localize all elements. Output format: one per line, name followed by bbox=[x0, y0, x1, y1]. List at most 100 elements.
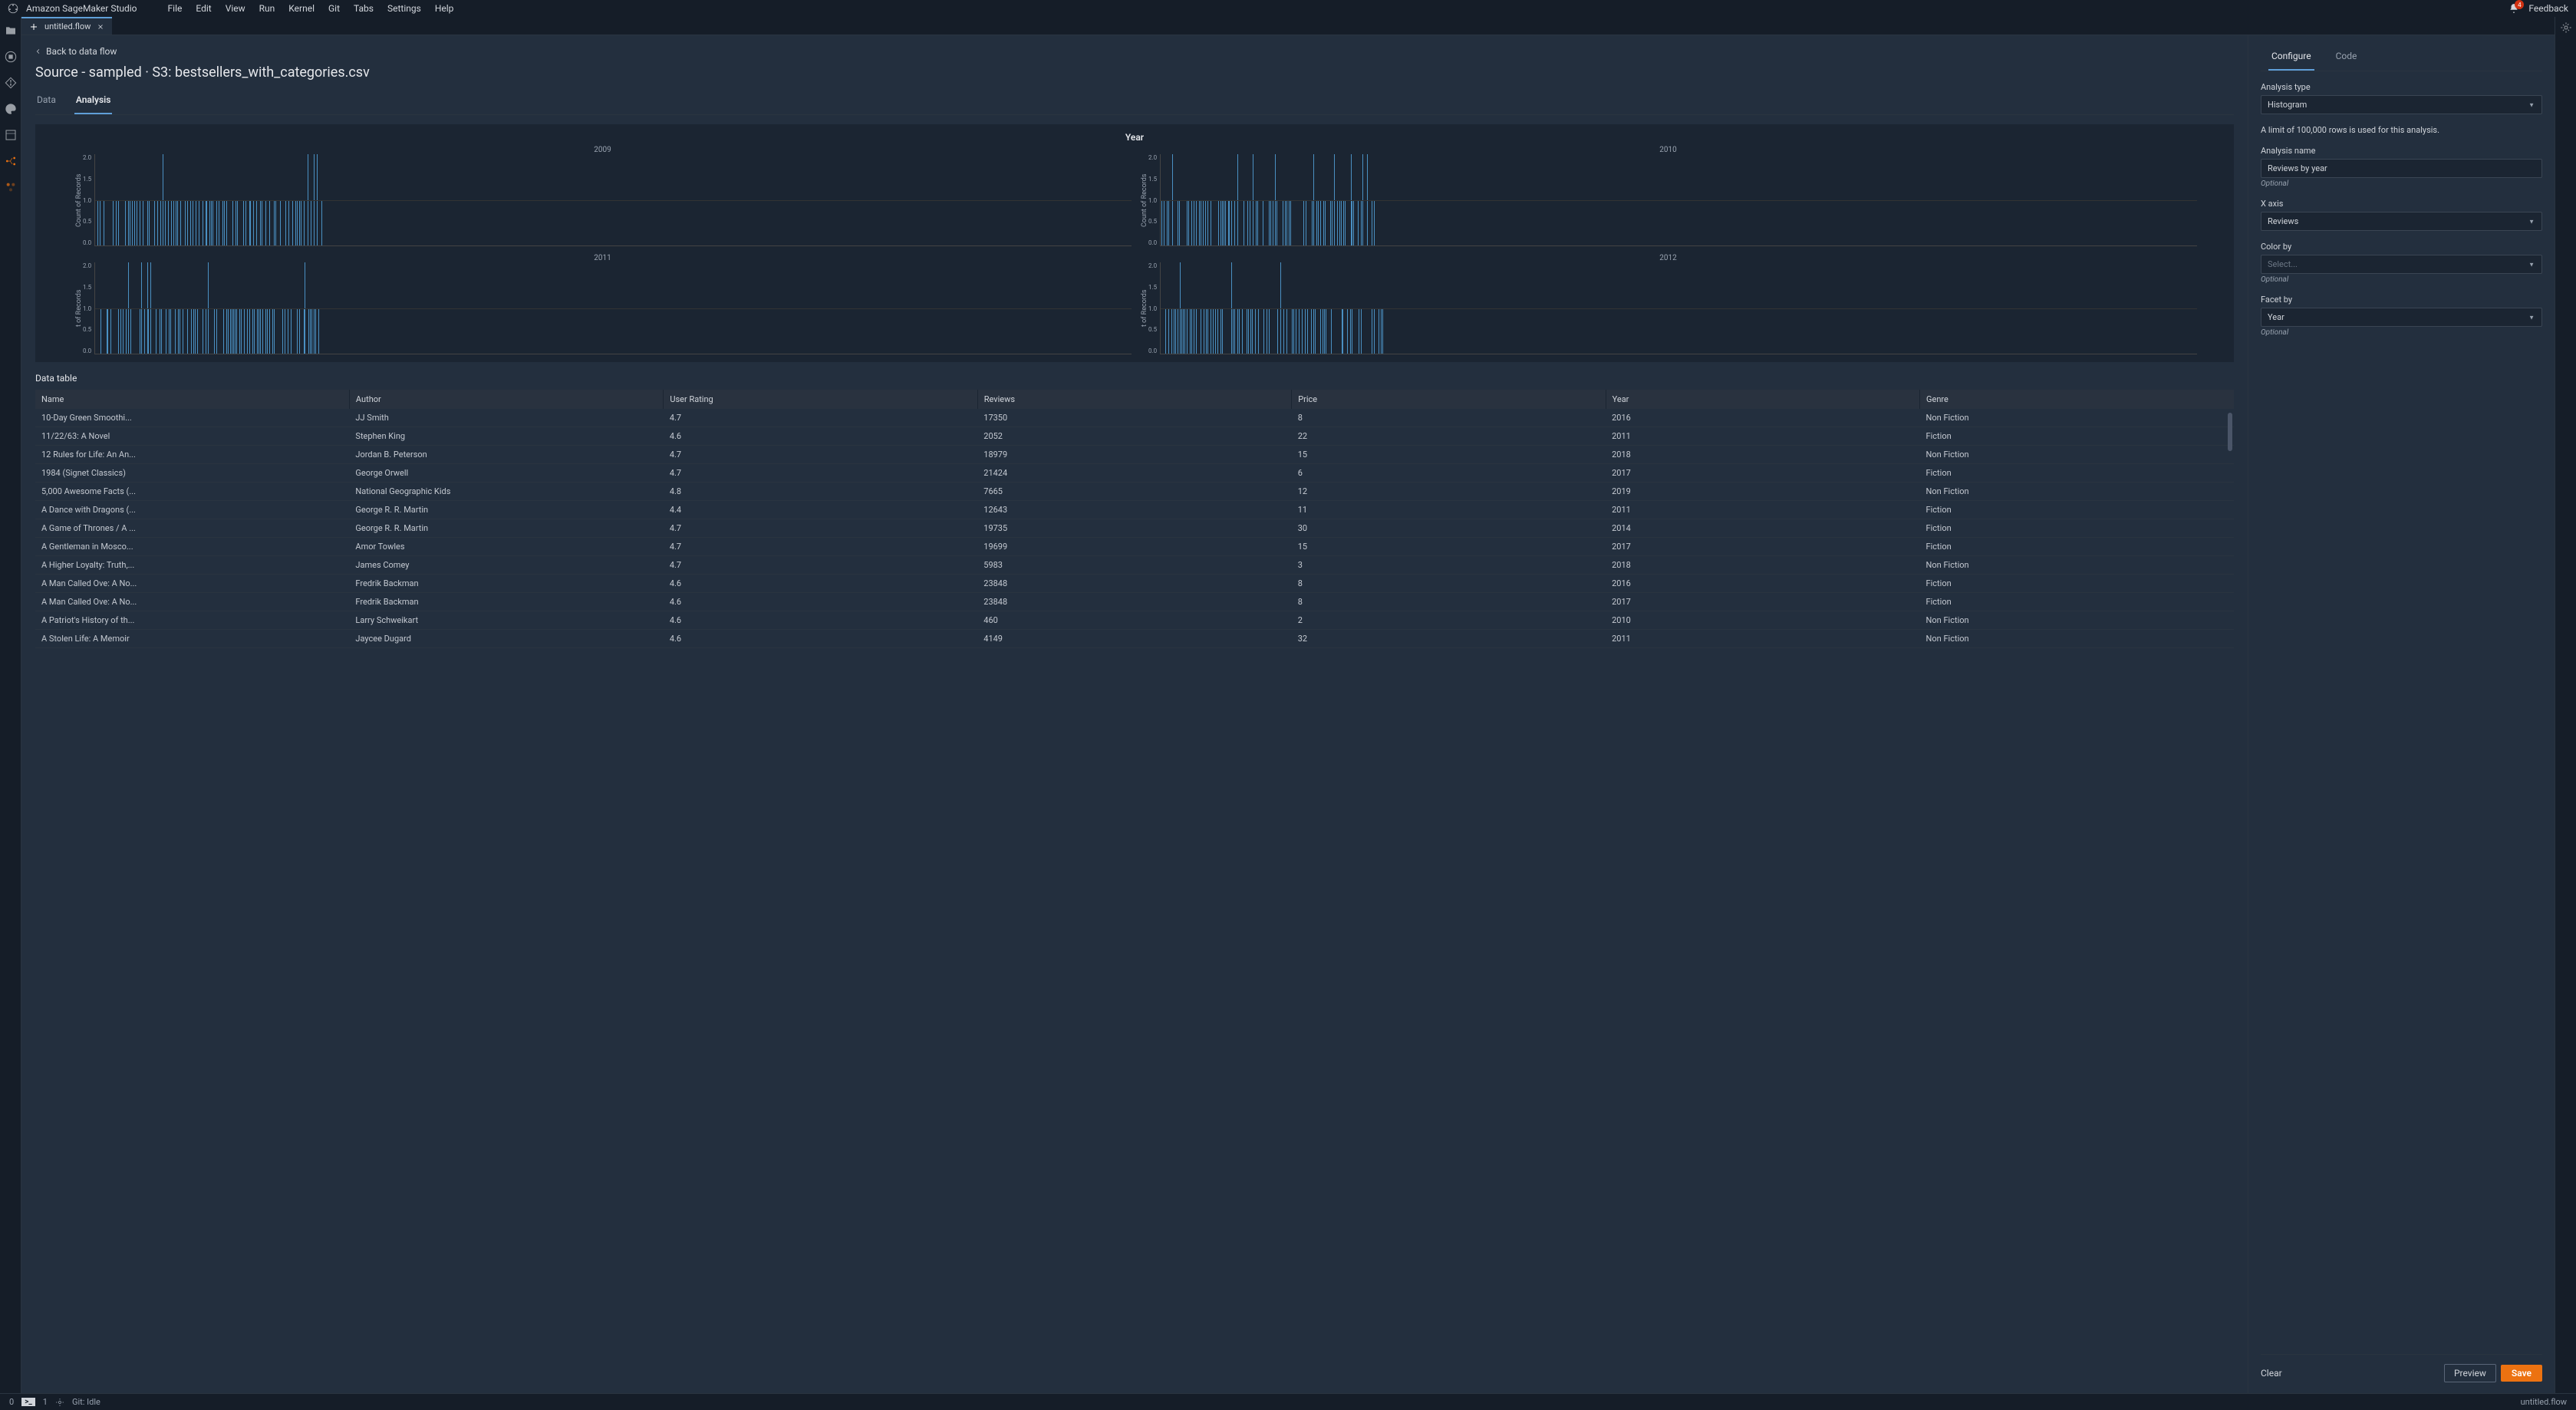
table-row[interactable]: 12 Rules for Life: An An...Jordan B. Pet… bbox=[35, 446, 2234, 464]
table-cell: 2 bbox=[1292, 611, 1606, 630]
table-cell: George Orwell bbox=[349, 464, 663, 483]
save-button[interactable]: Save bbox=[2501, 1365, 2542, 1382]
table-row[interactable]: A Game of Thrones / A ...George R. R. Ma… bbox=[35, 519, 2234, 538]
close-icon[interactable] bbox=[97, 23, 104, 31]
configure-tab[interactable]: Configure bbox=[2268, 46, 2314, 71]
colorby-select[interactable]: Select... bbox=[2261, 255, 2542, 274]
table-cell: Fiction bbox=[1920, 538, 2234, 556]
column-header[interactable]: Price bbox=[1292, 390, 1606, 409]
gear-icon[interactable] bbox=[2560, 21, 2572, 34]
table-row[interactable]: A Higher Loyalty: Truth,...James Comey4.… bbox=[35, 556, 2234, 575]
facetby-select[interactable]: Year bbox=[2261, 308, 2542, 327]
table-row[interactable]: 11/22/63: A NovelStephen King4.620522220… bbox=[35, 427, 2234, 446]
status-gear-icon[interactable] bbox=[55, 1398, 64, 1407]
table-row[interactable]: A Gentleman in Mosco...Amor Towles4.7196… bbox=[35, 538, 2234, 556]
analysis-name-input[interactable] bbox=[2261, 159, 2542, 178]
tab-data[interactable]: Data bbox=[35, 90, 58, 114]
table-row[interactable]: 10-Day Green Smoothi...JJ Smith4.7173508… bbox=[35, 409, 2234, 427]
notification-bell[interactable]: 4 bbox=[2508, 3, 2519, 14]
optional-hint: Optional bbox=[2261, 180, 2542, 188]
tab-label: untitled.flow bbox=[44, 21, 91, 31]
column-header[interactable]: Genre bbox=[1920, 390, 2234, 409]
menu-view[interactable]: View bbox=[226, 3, 245, 14]
table-row[interactable]: A Man Called Ove: A No...Fredrik Backman… bbox=[35, 593, 2234, 611]
histogram-chart: Year 2009Count of Records2.01.51.00.50.0… bbox=[35, 124, 2234, 362]
menu-tabs[interactable]: Tabs bbox=[354, 3, 374, 14]
table-row[interactable]: 5,000 Awesome Facts (...National Geograp… bbox=[35, 483, 2234, 501]
table-cell: Non Fiction bbox=[1920, 409, 2234, 427]
data-table-scroll[interactable]: NameAuthorUser RatingReviewsPriceYearGen… bbox=[35, 390, 2234, 1393]
table-cell: 8 bbox=[1292, 409, 1606, 427]
optional-hint-3: Optional bbox=[2261, 328, 2542, 337]
column-header[interactable]: Year bbox=[1606, 390, 1919, 409]
table-cell: Fiction bbox=[1920, 575, 2234, 593]
right-rail bbox=[2555, 17, 2576, 1393]
column-header[interactable]: Name bbox=[35, 390, 349, 409]
table-cell: 21424 bbox=[977, 464, 1291, 483]
tab-analysis[interactable]: Analysis bbox=[74, 90, 113, 114]
table-row[interactable]: A Dance with Dragons (...George R. R. Ma… bbox=[35, 501, 2234, 519]
table-cell: 4.8 bbox=[664, 483, 977, 501]
code-tab[interactable]: Code bbox=[2333, 46, 2360, 71]
table-cell: 10-Day Green Smoothi... bbox=[35, 409, 349, 427]
table-cell: A Man Called Ove: A No... bbox=[35, 575, 349, 593]
menu-help[interactable]: Help bbox=[435, 3, 454, 14]
app-logo-icon bbox=[8, 3, 18, 14]
table-cell: 23848 bbox=[977, 575, 1291, 593]
table-cell: A Gentleman in Mosco... bbox=[35, 538, 349, 556]
flow-icon[interactable] bbox=[5, 155, 17, 167]
back-to-data-flow-link[interactable]: Back to data flow bbox=[35, 46, 2234, 57]
flow-file-icon bbox=[29, 22, 38, 31]
column-header[interactable]: Author bbox=[349, 390, 663, 409]
optional-hint-2: Optional bbox=[2261, 275, 2542, 284]
table-cell: Non Fiction bbox=[1920, 611, 2234, 630]
git-icon[interactable] bbox=[5, 77, 17, 89]
table-cell: 2052 bbox=[977, 427, 1291, 446]
clear-button[interactable]: Clear bbox=[2261, 1368, 2282, 1379]
table-cell: National Geographic Kids bbox=[349, 483, 663, 501]
analysis-name-label: Analysis name bbox=[2261, 146, 2542, 156]
table-cell: 4.7 bbox=[664, 446, 977, 464]
xaxis-select[interactable]: Reviews bbox=[2261, 212, 2542, 231]
menu-settings[interactable]: Settings bbox=[387, 3, 421, 14]
menu-bar: Amazon SageMaker Studio FileEditViewRunK… bbox=[0, 0, 2576, 17]
table-cell: A Higher Loyalty: Truth,... bbox=[35, 556, 349, 575]
xaxis-label: X axis bbox=[2261, 199, 2542, 209]
table-row[interactable]: A Patriot's History of th...Larry Schwei… bbox=[35, 611, 2234, 630]
table-row[interactable]: A Man Called Ove: A No...Fredrik Backman… bbox=[35, 575, 2234, 593]
tab-untitled-flow[interactable]: untitled.flow bbox=[21, 17, 112, 35]
preview-button[interactable]: Preview bbox=[2444, 1364, 2496, 1382]
table-cell: A Patriot's History of th... bbox=[35, 611, 349, 630]
menu-items: File Edit View Run Kernel Git Tabs Settings Help bbox=[168, 3, 454, 14]
column-header[interactable]: User Rating bbox=[664, 390, 977, 409]
terminal-num: 1 bbox=[43, 1397, 48, 1407]
table-cell: 2018 bbox=[1606, 556, 1919, 575]
table-row[interactable]: 1984 (Signet Classics)George Orwell4.721… bbox=[35, 464, 2234, 483]
table-cell: 32 bbox=[1292, 630, 1606, 648]
table-cell: 30 bbox=[1292, 519, 1606, 538]
palette-icon[interactable] bbox=[5, 103, 17, 115]
terminal-badge[interactable]: >_ bbox=[21, 1398, 35, 1406]
stop-icon[interactable] bbox=[5, 51, 17, 63]
menu-git[interactable]: Git bbox=[328, 3, 340, 14]
folder-icon[interactable] bbox=[5, 25, 17, 37]
table-cell: A Dance with Dragons (... bbox=[35, 501, 349, 519]
table-cell: 2017 bbox=[1606, 464, 1919, 483]
menu-run[interactable]: Run bbox=[259, 3, 275, 14]
status-left-count: 0 bbox=[9, 1397, 14, 1407]
table-cell: Jordan B. Peterson bbox=[349, 446, 663, 464]
notification-count: 4 bbox=[2515, 0, 2524, 9]
menu-file[interactable]: File bbox=[168, 3, 183, 14]
tabs-icon[interactable] bbox=[5, 129, 17, 141]
table-cell: 5,000 Awesome Facts (... bbox=[35, 483, 349, 501]
menu-edit[interactable]: Edit bbox=[196, 3, 211, 14]
table-cell: 7665 bbox=[977, 483, 1291, 501]
table-cell: Jaycee Dugard bbox=[349, 630, 663, 648]
feedback-link[interactable]: Feedback bbox=[2528, 3, 2568, 14]
table-row[interactable]: A Stolen Life: A MemoirJaycee Dugard4.64… bbox=[35, 630, 2234, 648]
components-icon[interactable] bbox=[5, 181, 17, 193]
column-header[interactable]: Reviews bbox=[977, 390, 1291, 409]
analysis-type-select[interactable]: Histogram bbox=[2261, 95, 2542, 114]
menu-kernel[interactable]: Kernel bbox=[288, 3, 315, 14]
table-scrollbar[interactable] bbox=[2228, 413, 2232, 451]
